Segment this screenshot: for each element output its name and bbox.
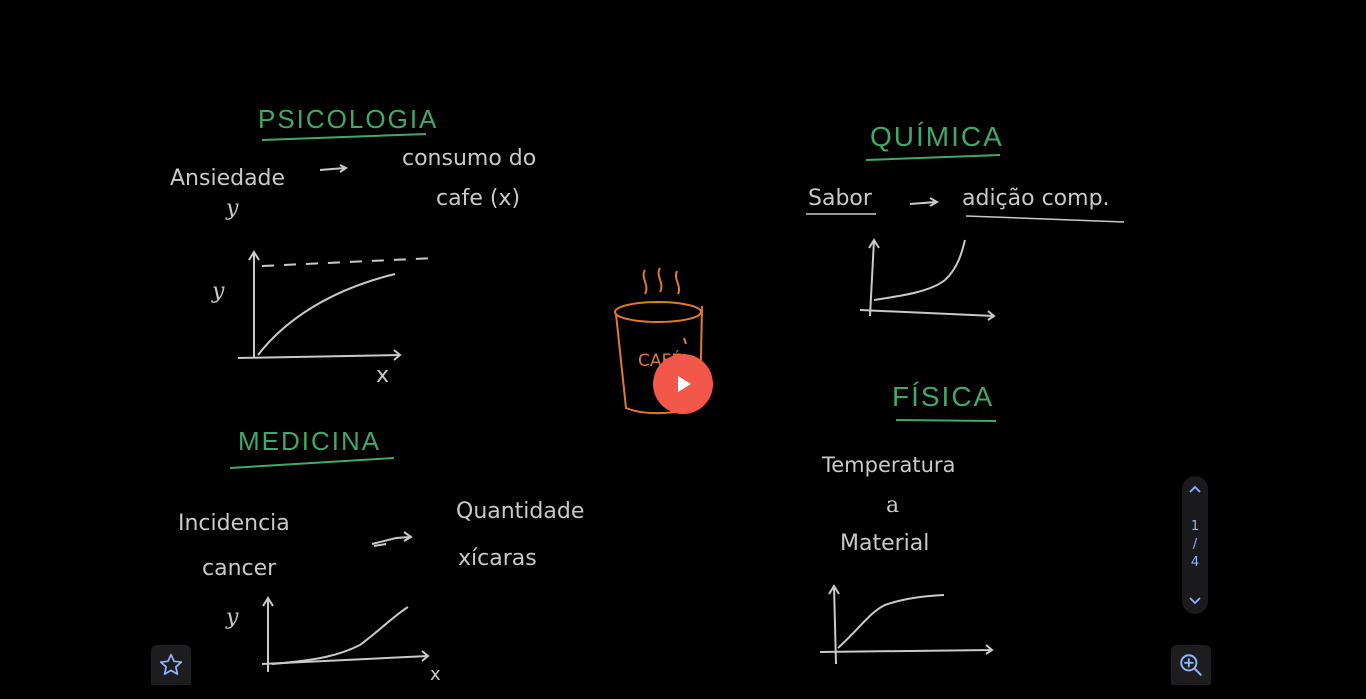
medicina-axis-x: x: [430, 664, 441, 685]
psicologia-right-text-1: consumo do: [402, 146, 536, 171]
psicologia-underline: [261, 133, 427, 141]
psicologia-arrow: [319, 164, 348, 173]
page-total: 4: [1190, 555, 1200, 570]
psicologia-axis-x: x: [376, 363, 389, 388]
quimica-right-text: adição comp.: [962, 186, 1110, 211]
star-icon: [159, 653, 183, 675]
medicina-title: MEDICINA: [238, 426, 381, 456]
whiteboard-canvas: PSICOLOGIA Ansiedade y consumo do cafe (…: [170, 104, 1125, 685]
page-separator: /: [1192, 537, 1198, 552]
psicologia-right-text-2: cafe (x): [436, 186, 520, 211]
favorite-button[interactable]: [151, 645, 191, 685]
medicina-arrow: [371, 531, 413, 547]
psicologia-axis-y: y: [211, 279, 225, 304]
medicina-underline: [229, 457, 395, 469]
page-navigator: 1 / 4: [1182, 476, 1208, 614]
quimica-left-text: Sabor: [808, 186, 873, 211]
medicina-graph: [261, 596, 430, 672]
medicina-right-text-1: Quantidade: [456, 499, 584, 524]
quimica-arrow: [909, 197, 940, 207]
psicologia-graph: [237, 250, 436, 361]
fisica-title: FÍSICA: [892, 381, 994, 412]
fisica-text-3: Material: [840, 531, 929, 556]
play-button[interactable]: [653, 354, 713, 414]
fisica-text-1: Temperatura: [821, 453, 955, 477]
page-indicator: 1 / 4: [1191, 518, 1199, 572]
fisica-graph: [819, 584, 994, 665]
psicologia-left-text: Ansiedade: [170, 166, 285, 191]
psicologia-title: PSICOLOGIA: [258, 104, 438, 134]
quimica-title: QUÍMICA: [870, 121, 1004, 152]
fisica-underline: [895, 419, 997, 422]
quimica-underline: [865, 154, 1001, 161]
page-current: 1: [1190, 519, 1200, 534]
chevron-down-icon[interactable]: [1187, 592, 1203, 608]
chevron-up-icon[interactable]: [1187, 482, 1203, 498]
zoom-in-button[interactable]: [1171, 645, 1211, 685]
quimica-graph: [859, 238, 996, 321]
medicina-right-text-2: xícaras: [458, 546, 537, 571]
psicologia-left-var: y: [225, 196, 239, 221]
medicina-axis-y: y: [225, 605, 239, 630]
fisica-text-2: a: [886, 493, 899, 518]
quimica-right-underline: [965, 215, 1125, 223]
play-icon: [678, 376, 691, 392]
zoom-in-icon: [1180, 654, 1202, 676]
medicina-left-text-2: cancer: [202, 556, 277, 581]
medicina-left-text-1: Incidencia: [178, 511, 290, 536]
